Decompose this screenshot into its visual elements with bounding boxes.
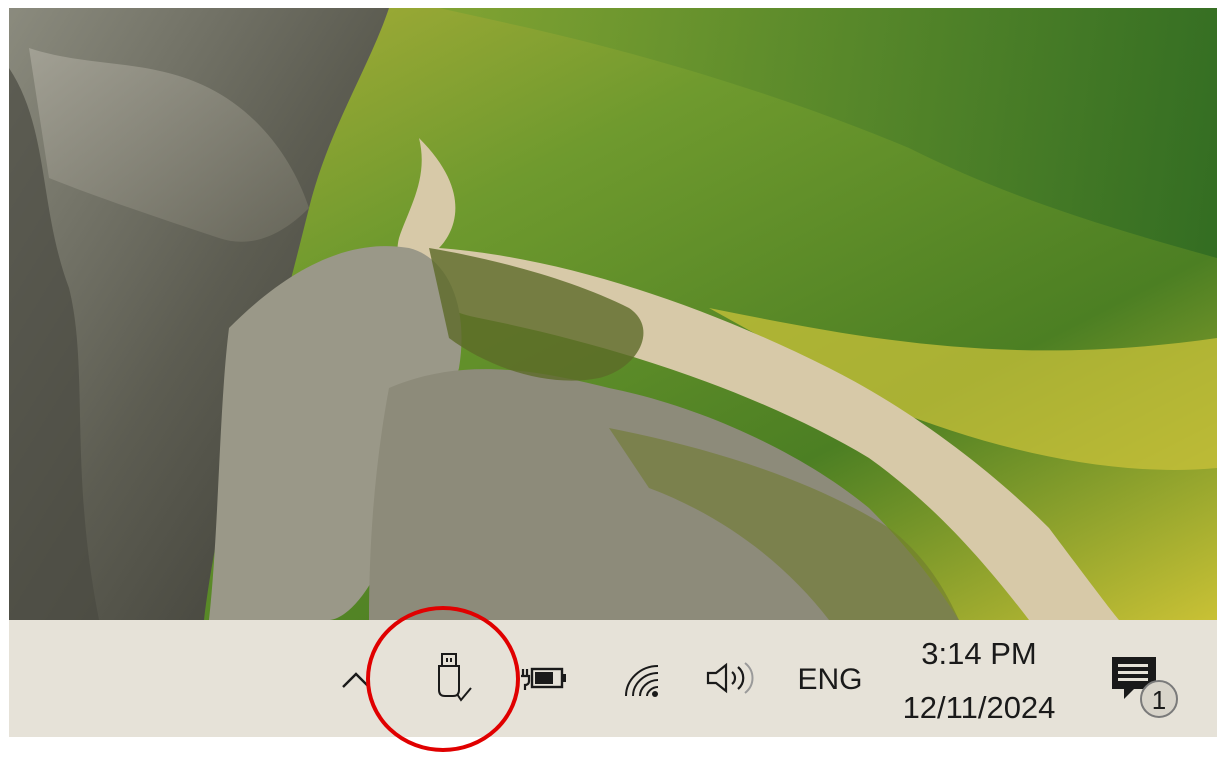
input-language-indicator[interactable]: ENG — [795, 660, 865, 700]
notification-count-badge: 1 — [1152, 685, 1166, 715]
clock-time: 3:14 PM — [921, 636, 1037, 671]
clock[interactable]: 3:14 PM 12/11/2024 — [889, 630, 1069, 730]
wifi-icon[interactable] — [617, 658, 667, 702]
speaker-volume-icon[interactable] — [701, 658, 765, 698]
chevron-up-icon[interactable] — [336, 660, 376, 700]
usb-safely-remove-icon[interactable] — [426, 650, 476, 706]
action-center-icon[interactable]: 1 — [1103, 648, 1183, 722]
battery-charging-icon[interactable] — [515, 658, 575, 698]
taskbar: ENG 3:14 PM 12/11/2024 1 — [9, 620, 1217, 737]
clock-date: 12/11/2024 — [902, 690, 1056, 725]
desktop-wallpaper — [9, 8, 1217, 620]
screen: ENG 3:14 PM 12/11/2024 1 — [0, 0, 1217, 757]
